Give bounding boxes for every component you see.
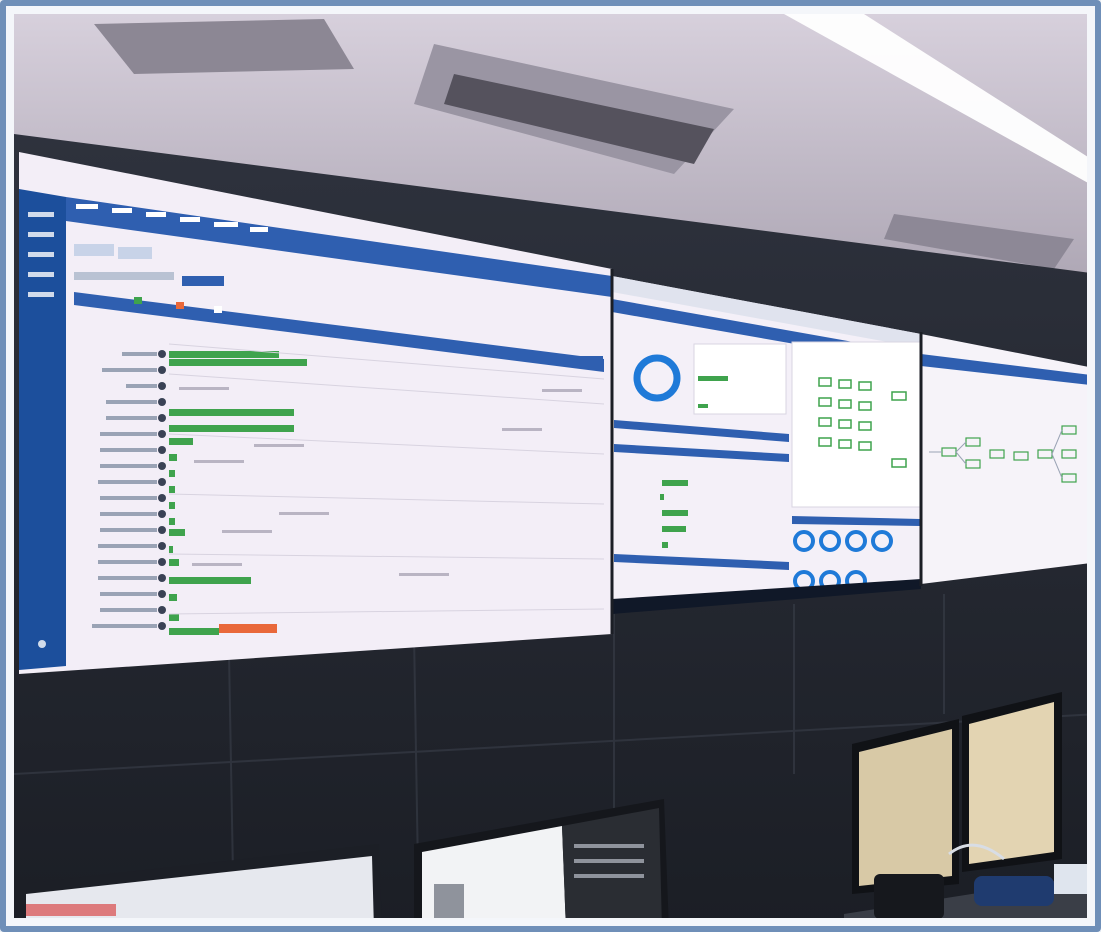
right-screen <box>921 334 1087 584</box>
desk-phone <box>874 874 944 918</box>
scene-svg <box>14 14 1087 918</box>
control-room-photo <box>14 14 1087 918</box>
image-frame <box>0 0 1101 932</box>
middle-flow-panel <box>791 341 921 508</box>
left-screen-sidebar <box>19 189 66 670</box>
middle-screen <box>612 276 921 614</box>
ceiling-vent-1 <box>94 19 354 74</box>
